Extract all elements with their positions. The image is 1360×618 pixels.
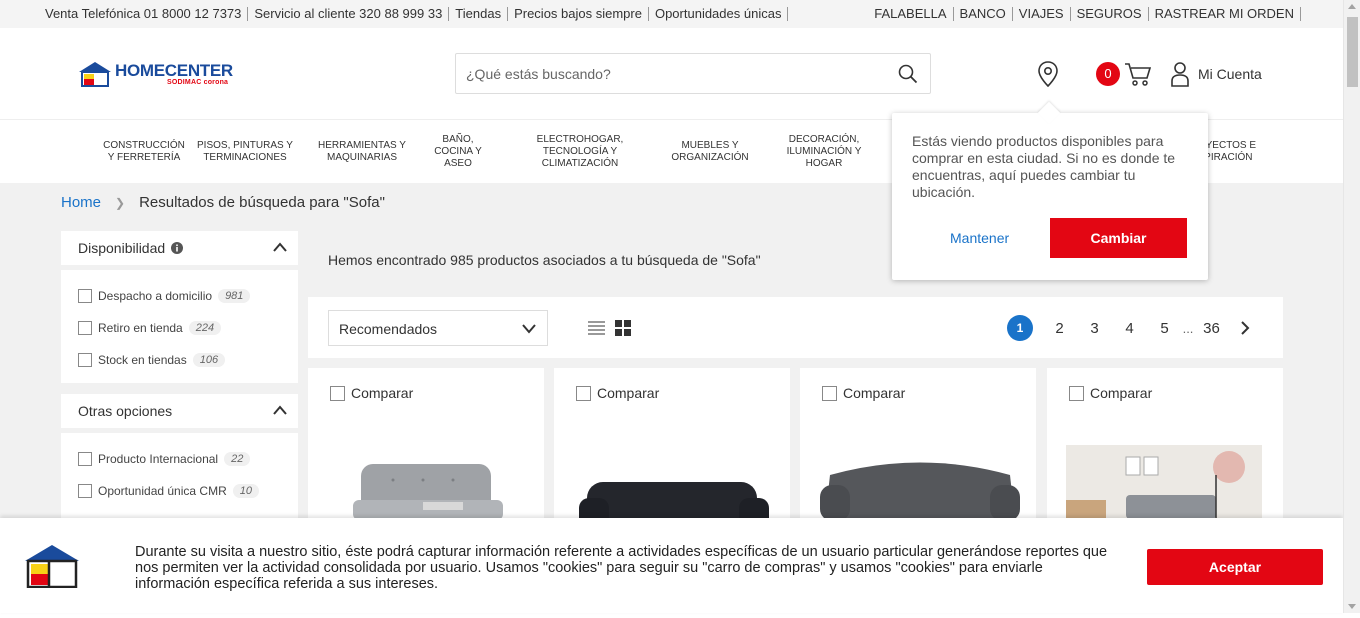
top-links-left: Venta Telefónica 01 8000 12 7373 Servici… [45, 7, 789, 21]
search-placeholder: ¿Qué estás buscando? [466, 66, 611, 82]
product-image[interactable] [353, 460, 513, 520]
filter-other-title: Otras opciones [78, 403, 173, 419]
checkbox[interactable] [576, 385, 591, 401]
top-link-customer-service[interactable]: Servicio al cliente 320 88 999 33 [248, 7, 450, 21]
checkbox[interactable] [78, 452, 92, 466]
search-icon[interactable] [898, 64, 918, 84]
product-image[interactable] [820, 455, 1020, 521]
page-4[interactable]: 4 [1112, 320, 1147, 337]
compare-checkbox[interactable]: Comparar [822, 385, 905, 401]
checkbox[interactable] [78, 484, 92, 498]
nav-item-furniture[interactable]: Muebles y organización [660, 120, 760, 183]
scroll-thumb[interactable] [1347, 17, 1358, 87]
top-links-right: Falabella Banco Viajes Seguros Rastrear … [868, 7, 1301, 21]
top-link-phone-sales[interactable]: Venta Telefónica 01 8000 12 7373 [45, 7, 249, 21]
chevron-down-icon [522, 324, 536, 334]
accept-cookies-button[interactable]: Aceptar [1147, 549, 1323, 585]
nav-item-construction[interactable]: Construcción y ferretería [86, 120, 202, 183]
top-link-falabella[interactable]: Falabella [868, 7, 954, 21]
chevron-up-icon[interactable] [272, 404, 288, 416]
house-logo-icon [25, 545, 79, 588]
pagination-ellipsis: ... [1182, 320, 1194, 336]
top-link-track-order[interactable]: Rastrear mi orden [1149, 7, 1301, 21]
my-account-link[interactable]: Mi Cuenta [1198, 66, 1262, 82]
info-icon[interactable] [171, 242, 184, 254]
keep-location-button[interactable]: Mantener [950, 230, 1009, 246]
header-actions: 0 Mi Cuenta [1037, 61, 1262, 87]
breadcrumb: Home ❯ Resultados de búsqueda para "Sofa… [61, 194, 385, 211]
filter-option[interactable]: Oportunidad única CMR 10 [61, 475, 298, 507]
top-link-opportunities[interactable]: Oportunidades únicas [649, 7, 789, 21]
page-last[interactable]: 36 [1194, 320, 1229, 337]
filter-option[interactable]: Retiro en tienda 224 [61, 312, 298, 344]
location-pin-icon[interactable] [1037, 61, 1059, 87]
nav-item-floors[interactable]: Pisos, pinturas y terminaciones [193, 120, 297, 183]
breadcrumb-chevron-icon: ❯ [115, 195, 126, 210]
results-toolbar: Recomendados 1 2 3 4 5 ... 36 [308, 297, 1283, 358]
nav-item-electro[interactable]: Electrohogar, tecnología y climatización [520, 120, 640, 183]
site-header: HOMECENTER SODIMAC corona ¿Qué estás bus… [0, 28, 1343, 120]
location-message: Estás viendo productos disponibles para … [912, 133, 1176, 200]
breadcrumb-home[interactable]: Home [61, 194, 101, 211]
product-image[interactable] [579, 478, 769, 523]
top-link-seguros[interactable]: Seguros [1071, 7, 1149, 21]
search-input[interactable]: ¿Qué estás buscando? [455, 53, 931, 94]
compare-checkbox[interactable]: Comparar [330, 385, 413, 401]
grid-view-icon[interactable] [615, 320, 631, 336]
chevron-right-icon[interactable] [1239, 321, 1251, 335]
change-location-button[interactable]: Cambiar [1050, 218, 1187, 258]
chevron-up-icon[interactable] [272, 241, 288, 253]
compare-checkbox[interactable]: Comparar [1069, 385, 1152, 401]
breadcrumb-current: Resultados de búsqueda para "Sofa" [139, 194, 385, 211]
view-toggle [588, 320, 631, 336]
checkbox[interactable] [1069, 385, 1084, 401]
filter-option[interactable]: Despacho a domicilio 981 [61, 280, 298, 312]
sort-value: Recomendados [339, 321, 438, 337]
pagination: 1 2 3 4 5 ... 36 [1007, 315, 1251, 341]
cookie-banner: Durante su visita a nuestro sitio, éste … [0, 518, 1343, 613]
user-icon[interactable] [1170, 61, 1190, 87]
homecenter-logo[interactable]: HOMECENTER SODIMAC corona [78, 61, 233, 87]
top-link-banco[interactable]: Banco [954, 7, 1013, 21]
location-popup: Estás viendo productos disponibles para … [892, 101, 1208, 280]
filter-availability-list: Despacho a domicilio 981 Retiro en tienda… [61, 270, 298, 383]
nav-item-bath-kitchen[interactable]: Baño, cocina y aseo [425, 120, 491, 183]
cart-icon[interactable] [1124, 61, 1152, 87]
page-1[interactable]: 1 [1007, 315, 1033, 341]
scroll-down-arrow-icon[interactable] [1348, 604, 1356, 609]
top-link-viajes[interactable]: Viajes [1013, 7, 1071, 21]
page-scrollbar[interactable] [1343, 0, 1360, 613]
filter-other-list: Producto Internacional 22 Oportunidad úni… [61, 433, 298, 523]
logo-subtitle: SODIMAC corona [167, 79, 229, 86]
checkbox[interactable] [78, 321, 92, 335]
scroll-up-arrow-icon[interactable] [1348, 4, 1356, 9]
checkbox[interactable] [78, 353, 92, 367]
nav-item-tools[interactable]: Herramientas y maquinarias [312, 120, 412, 183]
filter-availability-title: Disponibilidad [78, 240, 166, 256]
filter-availability-header[interactable]: Disponibilidad [61, 231, 298, 265]
product-image[interactable] [1066, 445, 1262, 519]
logo-wordmark: HOMECENTER [115, 61, 233, 80]
checkbox[interactable] [330, 385, 345, 401]
top-utility-bar: Venta Telefónica 01 8000 12 7373 Servici… [0, 0, 1343, 28]
compare-checkbox[interactable]: Comparar [576, 385, 659, 401]
cart-count-badge[interactable]: 0 [1096, 62, 1120, 86]
checkbox[interactable] [78, 289, 92, 303]
page-3[interactable]: 3 [1077, 320, 1112, 337]
filter-option[interactable]: Producto Internacional 22 [61, 443, 298, 475]
page-5[interactable]: 5 [1147, 320, 1182, 337]
filter-other-header[interactable]: Otras opciones [61, 394, 298, 428]
filter-option[interactable]: Stock en tiendas 106 [61, 344, 298, 376]
top-link-stores[interactable]: Tiendas [449, 7, 509, 21]
list-view-icon[interactable] [588, 320, 605, 336]
page-2[interactable]: 2 [1042, 320, 1077, 337]
top-link-low-prices[interactable]: Precios bajos siempre [508, 7, 649, 21]
house-logo-icon [79, 62, 111, 87]
cookie-message: Durante su visita a nuestro sitio, éste … [135, 544, 1108, 592]
nav-item-decoration[interactable]: Decoración, iluminación y hogar [776, 120, 872, 183]
sort-select[interactable]: Recomendados [328, 310, 548, 346]
checkbox[interactable] [822, 385, 837, 401]
